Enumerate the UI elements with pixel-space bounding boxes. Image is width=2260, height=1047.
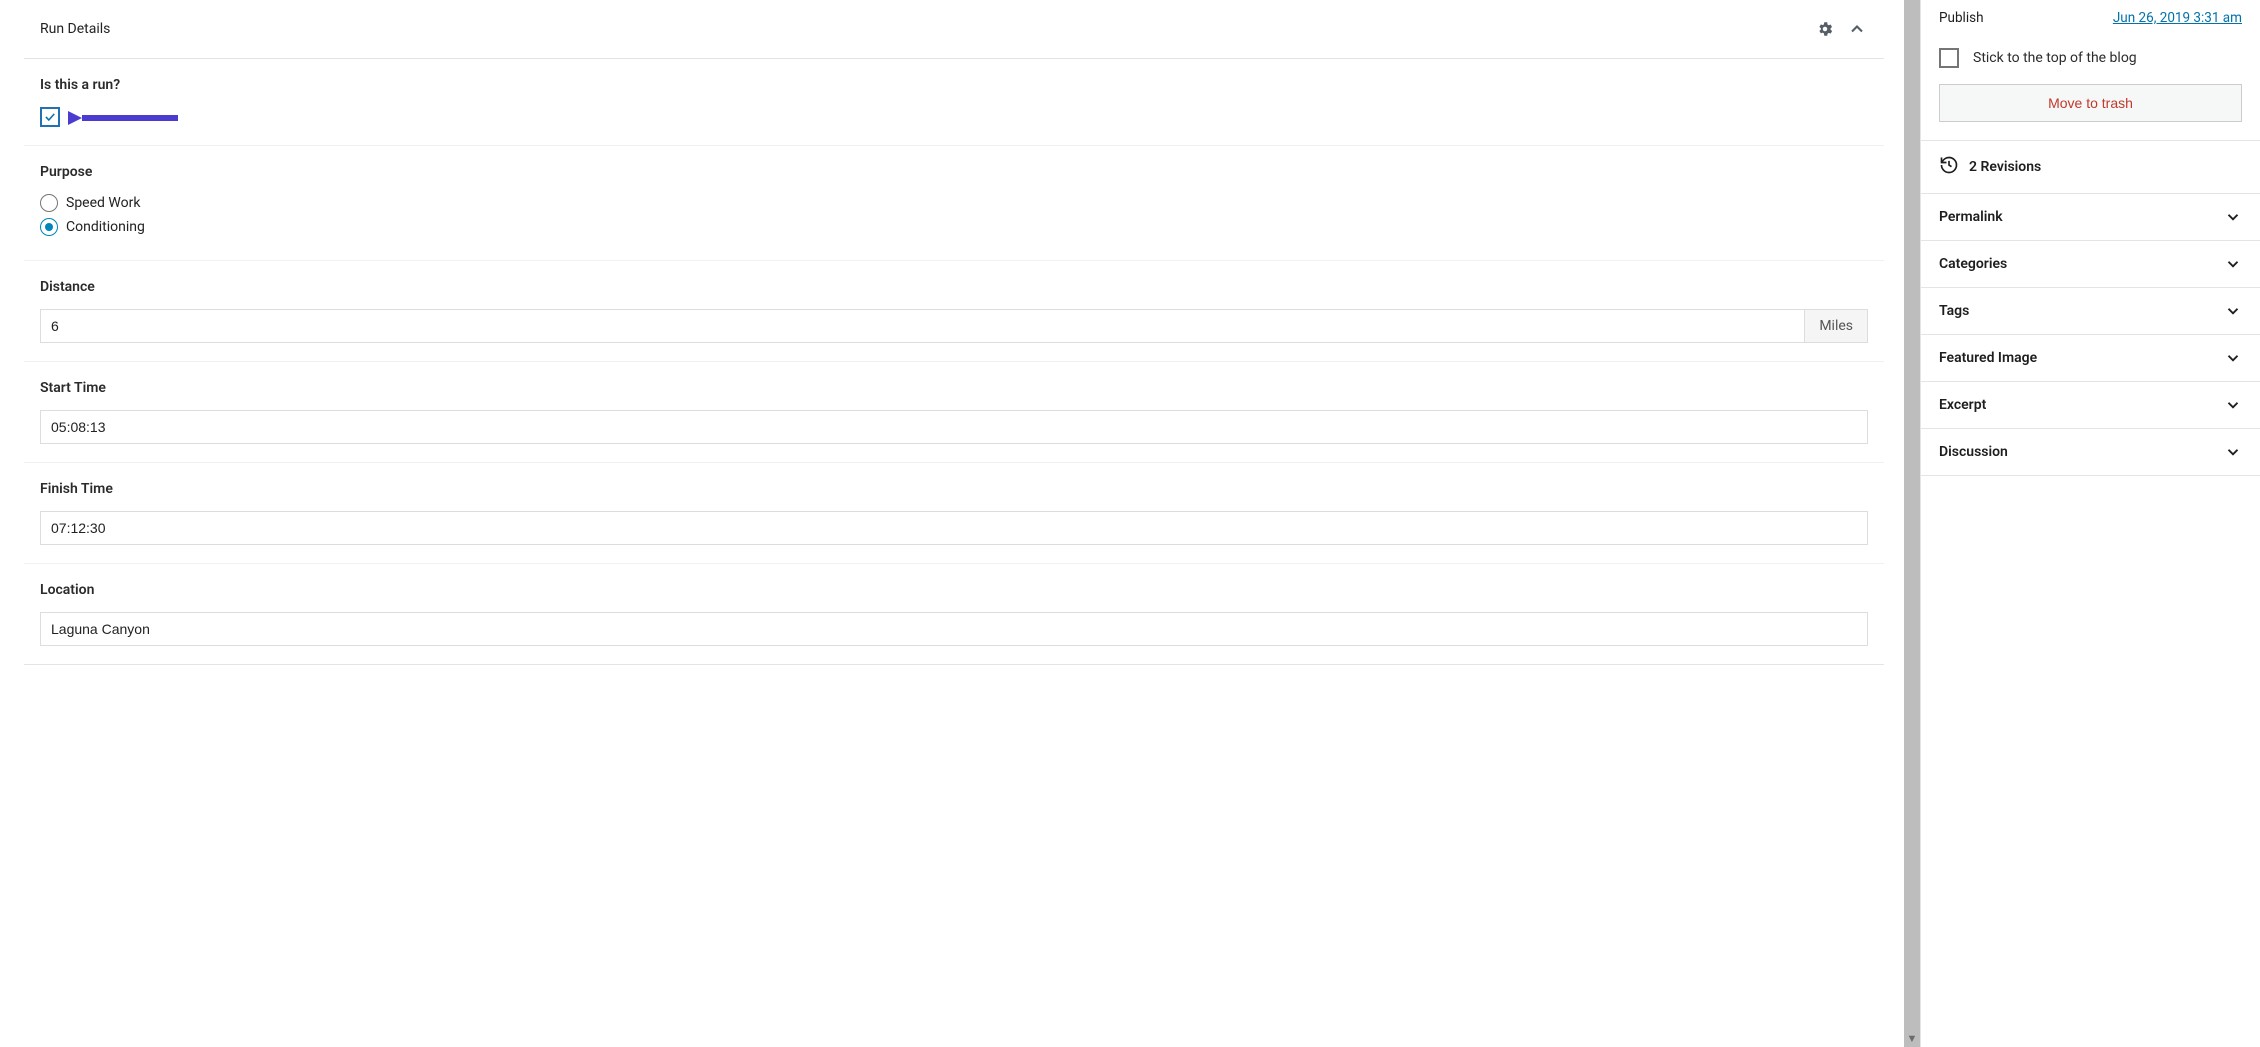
purpose-option-conditioning[interactable]: Conditioning [40, 218, 1868, 236]
move-to-trash-button[interactable]: Move to trash [1939, 84, 2242, 122]
section-label: Excerpt [1939, 397, 1986, 413]
is-run-checkbox-wrap [40, 107, 60, 127]
publish-date-link[interactable]: Jun 26, 2019 3:31 am [2113, 10, 2242, 26]
field-label-purpose: Purpose [40, 164, 1868, 180]
chevron-down-icon [2224, 396, 2242, 414]
field-finish-time: Finish Time [24, 463, 1884, 564]
scroll-down-icon: ▼ [1904, 1031, 1920, 1047]
revisions-row[interactable]: 2 Revisions [1921, 140, 2260, 193]
stick-checkbox[interactable] [1939, 48, 1959, 68]
chevron-down-icon [2224, 208, 2242, 226]
section-label: Discussion [1939, 444, 2008, 460]
main-editor: Run Details Is this a run? [0, 0, 1904, 1047]
section-permalink[interactable]: Permalink [1921, 193, 2260, 240]
distance-input[interactable] [40, 309, 1805, 343]
settings-sidebar: Publish Jun 26, 2019 3:31 am Stick to th… [1920, 0, 2260, 1047]
section-discussion[interactable]: Discussion [1921, 428, 2260, 476]
chevron-up-icon[interactable] [1846, 18, 1868, 40]
panel-header: Run Details [24, 0, 1884, 59]
panel-title: Run Details [40, 21, 110, 37]
location-input[interactable] [40, 612, 1868, 646]
section-label: Categories [1939, 256, 2007, 272]
section-label: Permalink [1939, 209, 2003, 225]
radio-label: Speed Work [66, 195, 140, 211]
section-tags[interactable]: Tags [1921, 287, 2260, 334]
field-location: Location [24, 564, 1884, 664]
revisions-text: 2 Revisions [1969, 159, 2041, 175]
sidebar-wrap: ▼ Publish Jun 26, 2019 3:31 am Stick to … [1904, 0, 2260, 1047]
field-label-start-time: Start Time [40, 380, 1868, 396]
field-distance: Distance Miles [24, 261, 1884, 362]
stick-label: Stick to the top of the blog [1973, 50, 2137, 66]
field-label-finish-time: Finish Time [40, 481, 1868, 497]
radio-label: Conditioning [66, 219, 145, 235]
panel-header-actions [1814, 18, 1868, 40]
field-purpose: Purpose Speed Work Conditioning [24, 146, 1884, 261]
section-excerpt[interactable]: Excerpt [1921, 381, 2260, 428]
start-time-input[interactable] [40, 410, 1868, 444]
radio-icon [40, 218, 58, 236]
publish-row: Publish Jun 26, 2019 3:31 am [1921, 0, 2260, 36]
field-start-time: Start Time [24, 362, 1884, 463]
finish-time-input[interactable] [40, 511, 1868, 545]
chevron-down-icon [2224, 255, 2242, 273]
distance-input-group: Miles [40, 309, 1868, 343]
section-label: Tags [1939, 303, 1969, 319]
purpose-option-speed-work[interactable]: Speed Work [40, 194, 1868, 212]
section-categories[interactable]: Categories [1921, 240, 2260, 287]
section-featured-image[interactable]: Featured Image [1921, 334, 2260, 381]
pointer-arrow-annotation [68, 109, 188, 127]
field-label-is-run: Is this a run? [40, 77, 1868, 93]
chevron-down-icon [2224, 443, 2242, 461]
chevron-down-icon [2224, 349, 2242, 367]
distance-unit-addon: Miles [1805, 309, 1868, 343]
field-is-run: Is this a run? [24, 59, 1884, 146]
chevron-down-icon [2224, 302, 2242, 320]
history-icon [1939, 155, 1959, 179]
is-run-checkbox[interactable] [40, 107, 60, 127]
gear-icon[interactable] [1814, 18, 1836, 40]
field-label-distance: Distance [40, 279, 1868, 295]
publish-label: Publish [1939, 10, 1984, 26]
radio-icon [40, 194, 58, 212]
main-scrollbar[interactable]: ▼ [1904, 0, 1920, 1047]
run-details-panel: Run Details Is this a run? [24, 0, 1884, 665]
field-label-location: Location [40, 582, 1868, 598]
section-label: Featured Image [1939, 350, 2037, 366]
stick-row: Stick to the top of the blog [1921, 36, 2260, 84]
